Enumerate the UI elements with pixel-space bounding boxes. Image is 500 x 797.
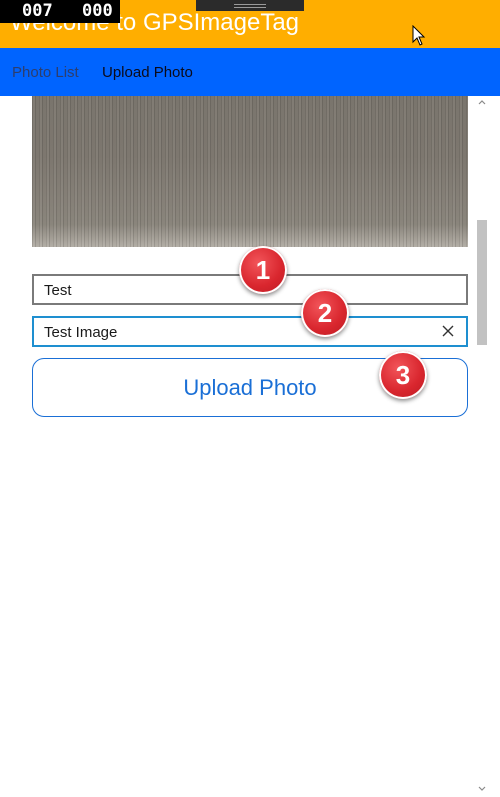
chevron-down-icon[interactable] bbox=[478, 786, 486, 792]
navigation-bar: Photo List Upload Photo bbox=[0, 48, 500, 96]
frame-rate-counter: 007 000 bbox=[0, 0, 120, 23]
photo-preview bbox=[32, 96, 468, 247]
window-drag-handle[interactable] bbox=[196, 0, 304, 11]
chevron-up-icon[interactable] bbox=[478, 99, 486, 105]
app-header: Welcome to GPSImageTag 007 000 bbox=[0, 0, 500, 48]
frame-rate-value: 007 bbox=[22, 1, 53, 21]
frame-rate-value-secondary: 000 bbox=[82, 1, 113, 21]
annotation-marker-3: 3 bbox=[379, 351, 427, 399]
annotation-marker-2: 2 bbox=[301, 289, 349, 337]
photo-description-value: Test Image bbox=[44, 324, 118, 341]
close-icon[interactable] bbox=[438, 321, 458, 341]
vertical-scrollbar[interactable] bbox=[476, 96, 488, 797]
photo-title-value: Test bbox=[44, 282, 72, 299]
nav-item-photo-list[interactable]: Photo List bbox=[12, 64, 79, 81]
photo-description-field[interactable]: Test Image bbox=[32, 316, 468, 347]
annotation-marker-1: 1 bbox=[239, 246, 287, 294]
scrollbar-thumb[interactable] bbox=[477, 220, 487, 345]
nav-item-upload-photo[interactable]: Upload Photo bbox=[102, 64, 193, 81]
